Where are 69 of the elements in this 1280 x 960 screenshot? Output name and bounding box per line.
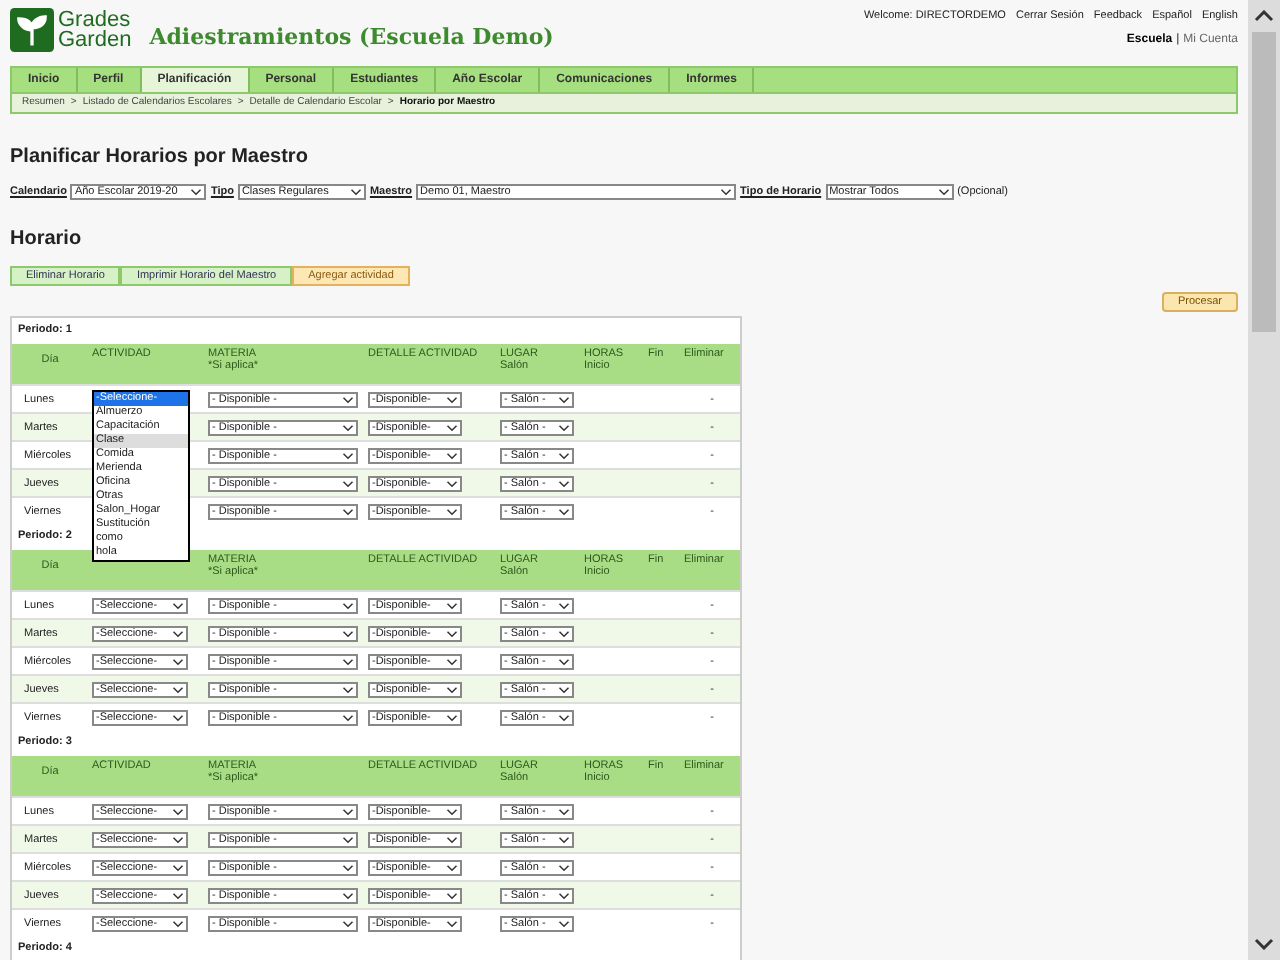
caret-icon — [172, 919, 184, 927]
caret-icon — [446, 507, 458, 515]
caret-icon — [342, 863, 354, 871]
caret-icon — [342, 657, 354, 665]
scrollbar[interactable] — [1248, 0, 1280, 960]
caret-icon — [446, 685, 458, 693]
caret-icon — [558, 423, 570, 431]
caret-icon — [558, 657, 570, 665]
logo-text: Grades — [58, 10, 132, 30]
caret-icon — [172, 657, 184, 665]
caret-icon — [558, 891, 570, 899]
caret-icon — [446, 807, 458, 815]
caret-icon — [349, 188, 362, 196]
scrollbar-thumb[interactable] — [1252, 32, 1276, 332]
caret-icon — [172, 629, 184, 637]
caret-icon — [937, 188, 950, 196]
caret-icon — [342, 835, 354, 843]
caret-icon — [558, 395, 570, 403]
caret-icon — [342, 919, 354, 927]
caret-icon — [558, 919, 570, 927]
school-title: Adiestramientos (Escuela Demo) — [149, 24, 554, 50]
caret-icon — [446, 657, 458, 665]
scroll-down-icon[interactable] — [1254, 938, 1274, 950]
caret-icon — [342, 601, 354, 609]
caret-icon — [558, 451, 570, 459]
caret-icon — [342, 395, 354, 403]
logo-text: Garden — [58, 30, 132, 50]
page-title: Planificar Horarios por Maestro — [10, 146, 310, 168]
caret-icon — [446, 479, 458, 487]
caret-icon — [342, 807, 354, 815]
caret-icon — [172, 713, 184, 721]
caret-icon — [172, 835, 184, 843]
caret-icon — [446, 891, 458, 899]
caret-icon — [172, 601, 184, 609]
caret-icon — [342, 423, 354, 431]
caret-icon — [172, 685, 184, 693]
section-title: Horario — [10, 228, 84, 250]
caret-icon — [190, 188, 203, 196]
caret-icon — [342, 479, 354, 487]
caret-icon — [558, 685, 570, 693]
scroll-up-icon[interactable] — [1254, 10, 1274, 22]
caret-icon — [720, 188, 733, 196]
caret-icon — [446, 601, 458, 609]
caret-icon — [558, 713, 570, 721]
caret-icon — [172, 863, 184, 871]
caret-icon — [446, 423, 458, 431]
caret-icon — [558, 601, 570, 609]
caret-icon — [446, 863, 458, 871]
caret-icon — [446, 713, 458, 721]
caret-icon — [172, 891, 184, 899]
caret-icon — [558, 835, 570, 843]
caret-icon — [446, 629, 458, 637]
caret-icon — [342, 713, 354, 721]
caret-icon — [558, 629, 570, 637]
caret-icon — [446, 835, 458, 843]
caret-icon — [342, 629, 354, 637]
caret-icon — [342, 451, 354, 459]
caret-icon — [342, 891, 354, 899]
caret-icon — [558, 507, 570, 515]
sprout-icon — [10, 8, 54, 52]
caret-icon — [172, 807, 184, 815]
caret-icon — [342, 685, 354, 693]
caret-icon — [446, 451, 458, 459]
caret-icon — [342, 507, 354, 515]
caret-icon — [558, 863, 570, 871]
caret-icon — [558, 479, 570, 487]
caret-icon — [446, 395, 458, 403]
caret-icon — [558, 807, 570, 815]
caret-icon — [446, 919, 458, 927]
